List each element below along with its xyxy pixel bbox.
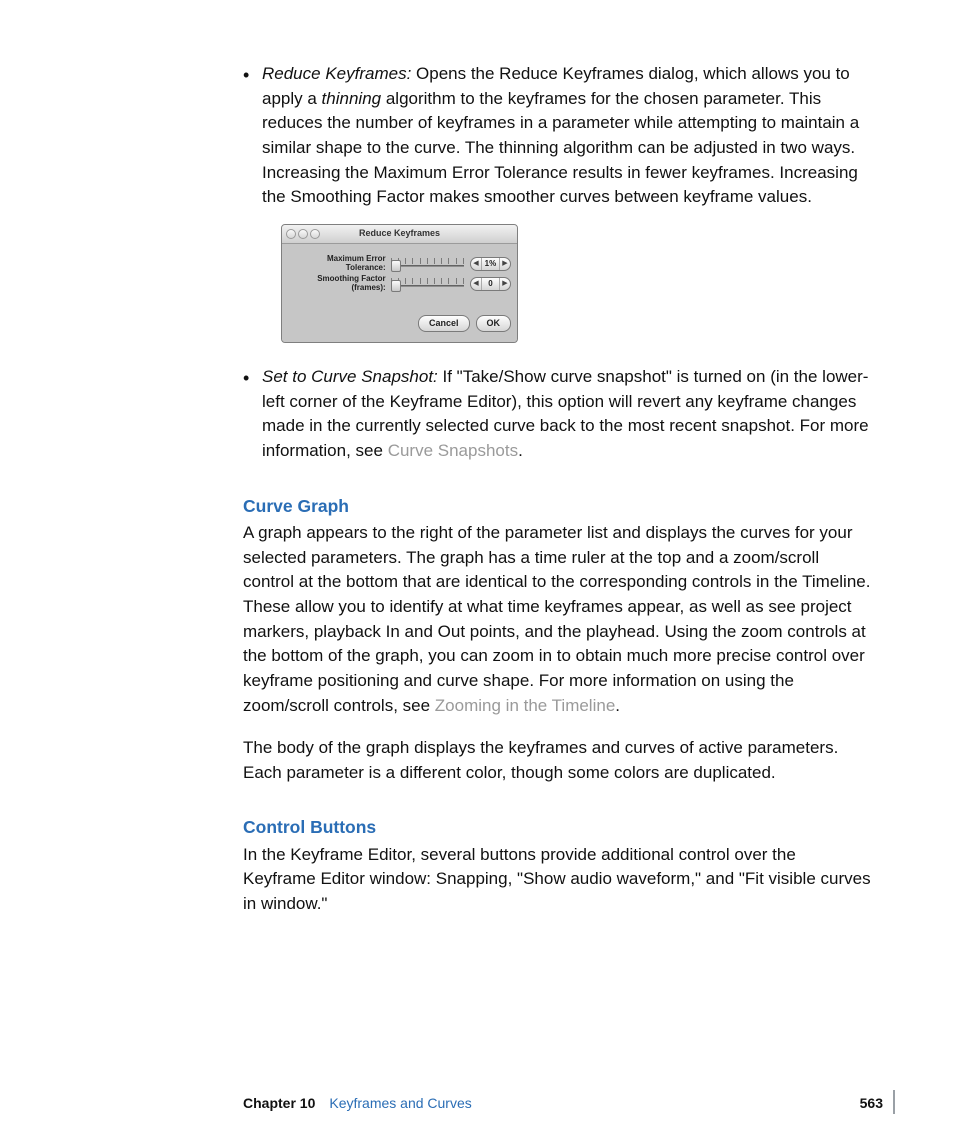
stepper-value: 0 <box>481 278 500 290</box>
heading-control-buttons: Control Buttons <box>243 815 873 840</box>
stepper-value: 1% <box>481 258 500 270</box>
term-reduce-keyframes: Reduce Keyframes: <box>262 64 411 83</box>
dialog-frame: Reduce Keyframes Maximum Error Tolerance… <box>281 224 518 343</box>
slider-max-error <box>391 258 464 270</box>
page: Reduce Keyframes: Opens the Reduce Keyfr… <box>0 0 954 1145</box>
ok-button: OK <box>476 315 512 332</box>
body-text: The body of the graph displays the keyfr… <box>243 736 873 785</box>
list-item: Set to Curve Snapshot: If "Take/Show cur… <box>243 365 873 464</box>
slider-thumb-icon <box>391 280 401 292</box>
reduce-keyframes-dialog-figure: Reduce Keyframes Maximum Error Tolerance… <box>281 224 873 343</box>
close-icon <box>286 229 296 239</box>
row-smoothing-factor: Smoothing Factor (frames): ◀ 0 ▶ <box>288 275 511 293</box>
footer-page-number: 563 <box>860 1093 883 1113</box>
field-label: Maximum Error Tolerance: <box>288 255 391 273</box>
footer-rule <box>893 1090 895 1114</box>
minimize-icon <box>298 229 308 239</box>
link-zooming-timeline[interactable]: Zooming in the Timeline <box>435 696 615 715</box>
term-thinning: thinning <box>322 89 382 108</box>
zoom-icon <box>310 229 320 239</box>
chevron-left-icon: ◀ <box>471 278 481 290</box>
main-content: Reduce Keyframes: Opens the Reduce Keyfr… <box>243 62 873 935</box>
heading-curve-graph: Curve Graph <box>243 494 873 519</box>
footer-title: Keyframes and Curves <box>329 1093 859 1113</box>
dialog-body: Maximum Error Tolerance: ◀ 1% ▶ <box>282 244 517 342</box>
dialog-button-row: Cancel OK <box>288 315 511 332</box>
link-curve-snapshots[interactable]: Curve Snapshots <box>388 441 518 460</box>
cancel-button: Cancel <box>418 315 470 332</box>
body-text: In the Keyframe Editor, several buttons … <box>243 843 873 917</box>
body-text: Reduce Keyframes: Opens the Reduce Keyfr… <box>262 64 859 206</box>
chevron-right-icon: ▶ <box>500 278 510 290</box>
dialog-titlebar: Reduce Keyframes <box>282 225 517 244</box>
window-controls <box>286 229 320 239</box>
list-item: Reduce Keyframes: Opens the Reduce Keyfr… <box>243 62 873 343</box>
stepper-max-error: ◀ 1% ▶ <box>470 257 511 271</box>
footer-chapter: Chapter 10 <box>243 1093 315 1113</box>
chevron-right-icon: ▶ <box>500 258 510 270</box>
slider-smoothing <box>391 278 464 290</box>
stepper-smoothing: ◀ 0 ▶ <box>470 277 511 291</box>
row-max-error-tolerance: Maximum Error Tolerance: ◀ 1% ▶ <box>288 255 511 273</box>
term-set-to-curve-snapshot: Set to Curve Snapshot: <box>262 367 438 386</box>
body-text: A graph appears to the right of the para… <box>243 521 873 718</box>
chevron-left-icon: ◀ <box>471 258 481 270</box>
slider-thumb-icon <box>391 260 401 272</box>
body-text: Set to Curve Snapshot: If "Take/Show cur… <box>262 367 869 460</box>
field-label: Smoothing Factor (frames): <box>288 275 391 293</box>
page-footer: Chapter 10 Keyframes and Curves 563 <box>243 1093 883 1113</box>
